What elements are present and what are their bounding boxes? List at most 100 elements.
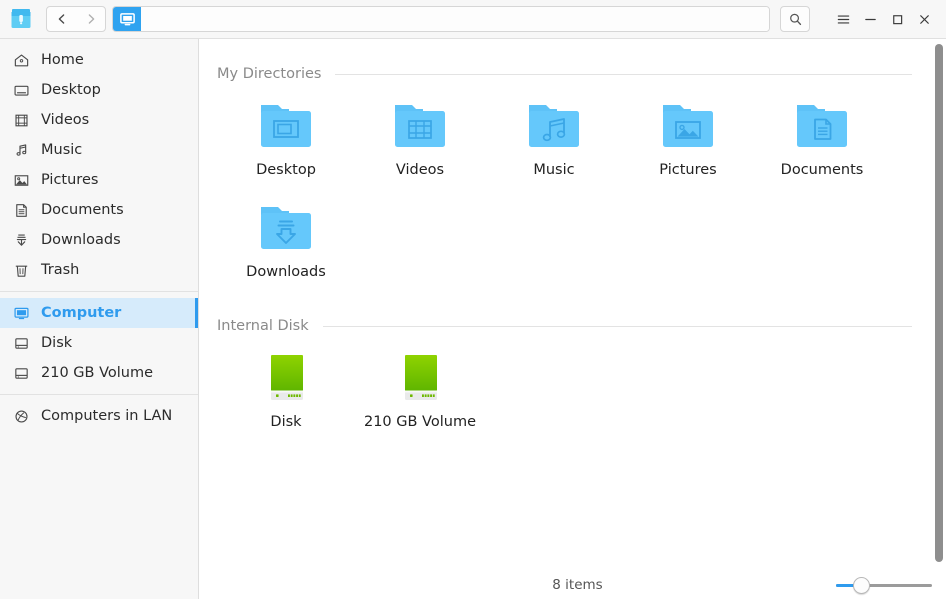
item-label: Videos [360, 162, 480, 179]
forward-button[interactable] [76, 7, 105, 31]
minimize-icon [863, 12, 878, 27]
videos-icon [12, 111, 30, 129]
folder-documents-icon [791, 91, 853, 153]
group-header-my-directories: My Directories [217, 39, 928, 87]
status-bar: 8 items [199, 571, 946, 599]
close-icon [917, 12, 932, 27]
my-directories-grid: Desktop [217, 87, 928, 291]
path-bar[interactable] [112, 6, 770, 32]
navigation-buttons [46, 6, 106, 32]
sidebar-item-disk[interactable]: Disk [0, 328, 198, 358]
sidebar-item-documents[interactable]: Documents [0, 195, 198, 225]
close-button[interactable] [911, 5, 938, 33]
trash-icon [12, 261, 30, 279]
sidebar-separator [0, 291, 198, 292]
file-manager-icon [8, 6, 34, 32]
search-icon [788, 12, 803, 27]
computer-icon [12, 304, 30, 322]
minimize-button[interactable] [857, 5, 884, 33]
content-inner: My Directories Desktop [199, 39, 946, 441]
sidebar-item-videos[interactable]: Videos [0, 105, 198, 135]
item-count-label: 8 items [199, 577, 836, 593]
sidebar-item-computers-in-lan[interactable]: Computers in LAN [0, 401, 198, 431]
folder-pictures-icon [657, 91, 719, 153]
hamburger-icon [836, 12, 851, 27]
drive-item-210-gb-volume[interactable]: 210 GB Volume [353, 339, 487, 441]
back-button[interactable] [47, 7, 76, 31]
folder-item-downloads[interactable]: Downloads [219, 189, 353, 291]
sidebar: Home Desktop [0, 39, 199, 599]
maximize-icon [890, 12, 905, 27]
sidebar-item-label: Videos [41, 112, 89, 128]
maximize-button[interactable] [884, 5, 911, 33]
sidebar-item-trash[interactable]: Trash [0, 255, 198, 285]
path-input[interactable] [141, 7, 769, 31]
sidebar-item-pictures[interactable]: Pictures [0, 165, 198, 195]
pictures-icon [12, 171, 30, 189]
item-label: Downloads [226, 264, 346, 281]
drive-icon [12, 334, 30, 352]
drive-green-icon [255, 343, 317, 405]
sidebar-item-home[interactable]: Home [0, 45, 198, 75]
group-header-internal-disk: Internal Disk [217, 291, 928, 339]
folder-item-videos[interactable]: Videos [353, 87, 487, 189]
menu-button[interactable] [830, 5, 857, 33]
folder-downloads-icon [255, 193, 317, 255]
group-title: My Directories [217, 66, 321, 82]
content-area: My Directories Desktop [199, 39, 946, 599]
folder-item-pictures[interactable]: Pictures [621, 87, 755, 189]
sidebar-item-label: Documents [41, 202, 124, 218]
item-label: Music [494, 162, 614, 179]
item-label: Disk [226, 414, 346, 431]
folder-videos-icon [389, 91, 451, 153]
breadcrumb-computer[interactable] [113, 7, 141, 31]
folder-desktop-icon [255, 91, 317, 153]
vertical-scrollbar[interactable] [934, 40, 944, 578]
item-label: Pictures [628, 162, 748, 179]
drive-green-icon [389, 343, 451, 405]
folder-item-music[interactable]: Music [487, 87, 621, 189]
folder-item-desktop[interactable]: Desktop [219, 87, 353, 189]
sidebar-item-label: Pictures [41, 172, 98, 188]
documents-icon [12, 201, 30, 219]
sidebar-item-label: Computer [41, 305, 121, 321]
item-label: Documents [762, 162, 882, 179]
drive-icon [12, 364, 30, 382]
sidebar-item-label: Trash [41, 262, 79, 278]
sidebar-item-downloads[interactable]: Downloads [0, 225, 198, 255]
sidebar-item-label: Home [41, 52, 84, 68]
item-label: Desktop [226, 162, 346, 179]
sidebar-item-label: Music [41, 142, 82, 158]
music-icon [12, 141, 30, 159]
window-body: Home Desktop [0, 39, 946, 599]
toolbar [0, 0, 946, 39]
sidebar-item-desktop[interactable]: Desktop [0, 75, 198, 105]
sidebar-item-210-gb-volume[interactable]: 210 GB Volume [0, 358, 198, 388]
folder-item-documents[interactable]: Documents [755, 87, 889, 189]
sidebar-separator [0, 394, 198, 395]
group-rule [323, 326, 912, 327]
internal-disk-grid: Disk [217, 339, 928, 441]
sidebar-item-computer[interactable]: Computer [0, 298, 198, 328]
drive-item-disk[interactable]: Disk [219, 339, 353, 441]
sidebar-item-label: Computers in LAN [41, 408, 172, 424]
group-title: Internal Disk [217, 318, 309, 334]
item-label: 210 GB Volume [360, 414, 480, 431]
sidebar-item-label: Desktop [41, 82, 101, 98]
downloads-icon [12, 231, 30, 249]
home-icon [12, 51, 30, 69]
file-manager-window: Home Desktop [0, 0, 946, 599]
sidebar-item-music[interactable]: Music [0, 135, 198, 165]
desktop-icon [12, 81, 30, 99]
group-rule [335, 74, 912, 75]
window-controls [830, 5, 938, 33]
sidebar-item-label: Disk [41, 335, 72, 351]
search-button[interactable] [780, 6, 810, 32]
sidebar-item-label: Downloads [41, 232, 121, 248]
zoom-slider-handle[interactable] [853, 577, 870, 594]
scrollbar-thumb[interactable] [935, 44, 943, 562]
network-icon [12, 407, 30, 425]
folder-music-icon [523, 91, 585, 153]
zoom-slider[interactable] [836, 577, 932, 593]
sidebar-item-label: 210 GB Volume [41, 365, 153, 381]
